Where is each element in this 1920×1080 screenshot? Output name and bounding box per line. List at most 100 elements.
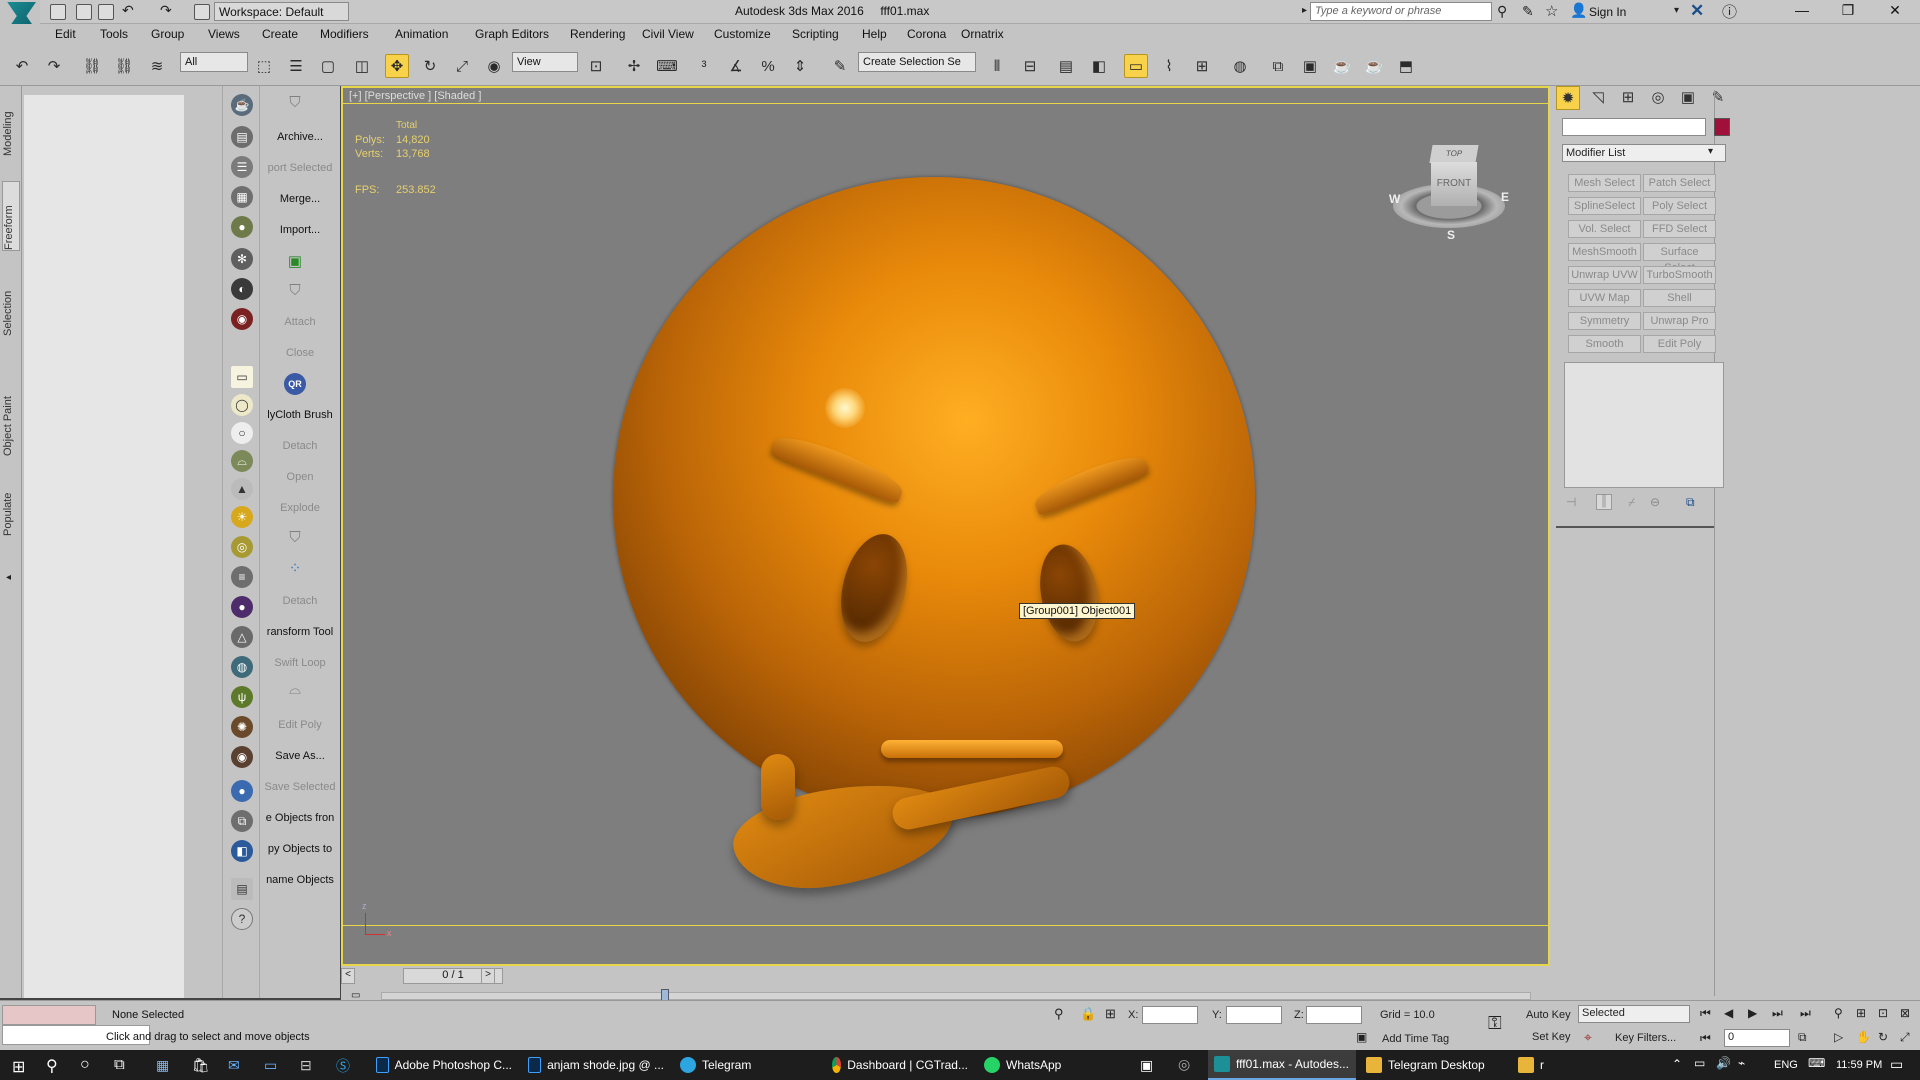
pin-stack-icon[interactable]: ⊣ [1566,495,1576,509]
modify-panel-icon[interactable]: ◹ [1586,86,1610,110]
archive-icon[interactable]: ▤ [231,126,253,148]
set-key-icon[interactable]: ⚿ [1488,1013,1502,1034]
qr-badge[interactable]: QR [284,373,306,395]
add-time-tag-button[interactable]: Add Time Tag [1382,1033,1449,1045]
ffd-select-button[interactable]: FFD Select [1643,220,1716,238]
menu-group[interactable]: Group [151,27,184,41]
absolute-mode-icon[interactable]: ⊞ [1105,1006,1116,1022]
create-panel-icon[interactable]: ✹ [1556,86,1580,110]
sphere-icon[interactable]: ○ [231,422,253,444]
wood-icon[interactable]: ◉ [231,746,253,768]
menu-tools[interactable]: Tools [100,27,128,41]
angle-snap-icon[interactable]: ∡ [724,54,748,78]
goto-start-icon[interactable]: ⏮ [1700,1006,1711,1021]
taskbar-chrome[interactable]: Dashboard | CGTrad... [826,1050,974,1080]
close-button[interactable]: ✕ [1880,2,1910,22]
pan-view-icon[interactable]: ✋ [1856,1030,1871,1044]
taskbar-telegram[interactable]: Telegram [674,1050,822,1080]
edit-poly-mod-button[interactable]: Edit Poly [1643,335,1716,353]
grass-icon[interactable]: ψ [231,686,253,708]
select-object-icon[interactable]: ⬚ [252,54,276,78]
scene-icon[interactable]: ◐ [231,278,253,300]
set-key-button[interactable]: Set Key [1532,1031,1571,1043]
disc-icon[interactable]: ◯ [231,394,253,416]
a360-render-icon[interactable]: ⬒ [1394,54,1418,78]
redo-icon[interactable]: ↷ [160,2,172,19]
save-as-button[interactable]: Save As... [260,750,340,762]
restore-button[interactable]: ❐ [1833,2,1863,22]
copy-objects-to-button[interactable]: py Objects to [260,843,340,855]
rendered-frame-window-icon[interactable]: ▣ [1298,54,1322,78]
time-tag-icon[interactable]: ▣ [1356,1030,1367,1044]
motion-panel-icon[interactable]: ◎ [1646,86,1670,110]
green-box-icon[interactable]: ▣ [284,252,306,272]
maxscript-listener[interactable] [2,1005,96,1025]
sign-in-dropdown-icon[interactable]: ▾ [1674,5,1679,16]
polycloth-brush-button[interactable]: lyCloth Brush [260,409,340,421]
menu-corona[interactable]: Corona [907,27,946,41]
tab-populate[interactable]: Populate [2,476,20,536]
detach-button-2[interactable]: Detach [260,595,340,607]
net-icon[interactable]: ⌓ [231,450,253,472]
play-icon[interactable]: ▶ [1748,1006,1757,1020]
notifications-icon[interactable]: ▭ [1890,1056,1903,1073]
menu-graph-editors[interactable]: Graph Editors [475,27,549,41]
binoculars-icon[interactable]: ⚲ [1497,3,1507,20]
key-filters-button[interactable]: Key Filters... [1615,1032,1676,1044]
help-icon[interactable]: ? [231,908,253,930]
undo-icon[interactable]: ↶ [122,2,134,19]
meshsmooth-button[interactable]: MeshSmooth [1568,243,1641,261]
rock-icon[interactable]: △ [231,626,253,648]
tab-object-paint[interactable]: Object Paint [2,376,20,456]
perspective-viewport[interactable]: [+] [Perspective ] [Shaded ] Total Polys… [341,86,1550,966]
layer-manager-icon[interactable]: ▤ [1054,54,1078,78]
material-editor-icon[interactable]: ◍ [1228,54,1252,78]
render-production-icon[interactable]: ☕ [1330,54,1354,78]
taskbar-3dsmax[interactable]: fff01.max - Autodes... [1208,1050,1356,1080]
modifier-list-dropdown[interactable]: Modifier List [1562,144,1726,162]
select-and-move-icon[interactable]: ✥ [385,54,409,78]
viewcube-top-face[interactable]: TOP [1429,145,1479,163]
tab-modeling[interactable]: Modeling [2,96,20,156]
ribbon-expand-icon[interactable]: ◂ [6,572,11,583]
sign-in-button[interactable]: Sign In [1589,5,1626,19]
named-selection-dropdown[interactable]: Create Selection Se [858,52,976,72]
zoom-all-icon[interactable]: ⊞ [1856,1006,1866,1020]
time-prev-button[interactable]: < [341,968,355,984]
manipulate-icon[interactable]: ✢ [622,54,646,78]
uvw-map-button[interactable]: UVW Map [1568,289,1641,307]
rename-objects-button[interactable]: name Objects [260,874,340,886]
modifier-stack[interactable] [1564,362,1724,488]
close-button[interactable]: Close [260,347,340,359]
menu-edit[interactable]: Edit [55,27,76,41]
time-config-icon[interactable]: ⧉ [1798,1030,1807,1045]
scene-explorer-icon[interactable]: ◧ [1087,54,1111,78]
open-file-icon[interactable] [76,4,92,20]
table-icon[interactable]: ▦ [231,186,253,208]
favorites-star-icon[interactable]: ☆ [1545,2,1558,20]
time-next-button[interactable]: > [481,968,495,984]
explode-button[interactable]: Explode [260,502,340,514]
cone-icon[interactable]: ▲ [231,478,253,500]
user-icon[interactable]: 👤 [1570,2,1587,19]
window-crossing-icon[interactable]: ◫ [350,54,374,78]
language-indicator[interactable]: ENG [1774,1059,1798,1071]
save-file-icon[interactable] [98,4,114,20]
taskbar-photoshop[interactable]: Adobe Photoshop C... [370,1050,518,1080]
shell-button[interactable]: Shell [1643,289,1716,307]
remove-modifier-icon[interactable]: ⊖ [1650,495,1660,509]
rectangular-selection-icon[interactable]: ▢ [316,54,340,78]
select-by-name-icon[interactable]: ☰ [284,54,308,78]
menu-views[interactable]: Views [208,27,240,41]
pivot-center-icon[interactable]: ⊡ [584,54,608,78]
x-coord-field[interactable] [1142,1006,1198,1024]
rename-icon[interactable]: ◧ [231,840,253,862]
stairs-icon[interactable]: ≡ [231,566,253,588]
list-icon[interactable]: ☰ [231,156,253,178]
redo-icon[interactable]: ↷ [42,54,66,78]
bug-icon[interactable]: ✻ [231,248,253,270]
save-selected-button[interactable]: Save Selected [260,781,340,793]
key-mode-dropdown[interactable]: Selected [1578,1005,1690,1023]
search-input[interactable]: Type a keyword or phrase [1310,2,1492,21]
align-icon[interactable]: ⊟ [1018,54,1042,78]
